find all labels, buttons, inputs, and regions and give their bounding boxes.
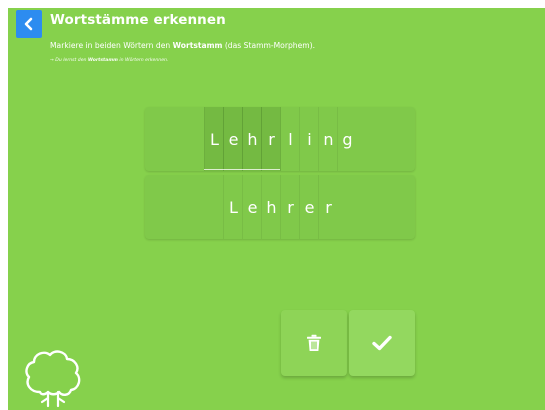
- tree-icon: [25, 350, 81, 408]
- letter-tile[interactable]: r: [280, 175, 300, 239]
- confirm-button[interactable]: [349, 310, 415, 376]
- letter-tile[interactable]: h: [261, 175, 281, 239]
- letter-tile[interactable]: r: [318, 175, 338, 239]
- letter-tile[interactable]: e: [242, 175, 262, 239]
- hint-suffix: in Wörtern erkennen.: [117, 58, 169, 63]
- instruction-bold: Wortstamm: [172, 41, 223, 50]
- hint-text: → Du lernst den Wortstamm in Wörtern erk…: [50, 58, 168, 63]
- letter-tile[interactable]: g: [337, 107, 357, 171]
- letter-tile[interactable]: L: [223, 175, 243, 239]
- hint-bold: Wortstamm: [87, 58, 118, 63]
- exercise-screen: Wortstämme erkennen Markiere in beiden W…: [8, 8, 545, 410]
- letter-tile[interactable]: l: [280, 107, 300, 171]
- letter-tile[interactable]: i: [299, 107, 319, 171]
- checkmark-icon: [372, 335, 392, 351]
- page-title: Wortstämme erkennen: [50, 12, 226, 28]
- letter-tile[interactable]: L: [204, 107, 224, 171]
- stem-underline: [204, 169, 280, 170]
- letter-tile[interactable]: e: [223, 107, 243, 171]
- instruction-prefix: Markiere in beiden Wörtern den: [50, 41, 173, 50]
- delete-button[interactable]: [281, 310, 347, 376]
- instruction-text: Markiere in beiden Wörtern den Wortstamm…: [50, 41, 315, 50]
- letter-tile[interactable]: h: [242, 107, 262, 171]
- chevron-left-icon: [24, 17, 33, 31]
- letter-tile[interactable]: e: [299, 175, 319, 239]
- trash-icon: [307, 334, 321, 351]
- letter-tile[interactable]: r: [261, 107, 281, 171]
- back-button[interactable]: [16, 10, 42, 38]
- word-card-lehrer: L e h r e r: [145, 175, 415, 239]
- hint-prefix: → Du lernst den: [50, 58, 88, 63]
- instruction-suffix: (das Stamm-Morphem).: [222, 41, 316, 50]
- letter-tile[interactable]: n: [318, 107, 338, 171]
- word-card-lehrling: L e h r l i n g: [145, 107, 415, 171]
